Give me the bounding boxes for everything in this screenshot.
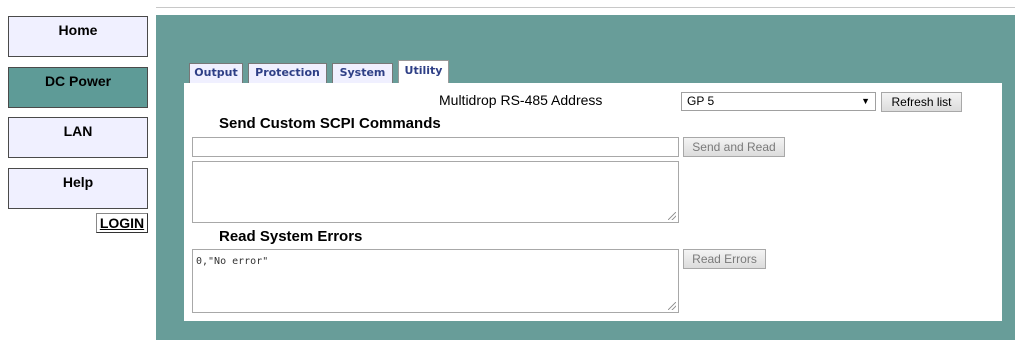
scpi-response-text <box>193 160 196 177</box>
login-button[interactable]: LOGIN <box>96 213 148 233</box>
refresh-list-button[interactable]: Refresh list <box>881 92 962 112</box>
tab-utility[interactable]: Utility <box>398 60 449 84</box>
nav-dc-power-button[interactable]: DC Power <box>8 67 148 108</box>
scpi-response-textarea[interactable] <box>192 161 679 223</box>
nav-lan-button[interactable]: LAN <box>8 117 148 158</box>
send-and-read-button[interactable]: Send and Read <box>683 137 785 157</box>
top-divider <box>156 7 1015 8</box>
resize-grip-icon[interactable] <box>668 302 676 310</box>
errors-section-title: Read System Errors <box>219 228 363 245</box>
tab-protection[interactable]: Protection <box>248 63 327 83</box>
tab-system[interactable]: System <box>332 63 393 83</box>
resize-grip-icon[interactable] <box>668 212 676 220</box>
system-errors-text: 0,"No error" <box>196 256 269 267</box>
dropdown-arrow-icon: ▼ <box>861 96 870 106</box>
scpi-section-title: Send Custom SCPI Commands <box>219 115 441 132</box>
system-errors-textarea[interactable]: 0,"No error" <box>192 249 679 313</box>
multidrop-address-select[interactable]: GP 5 ▼ <box>681 92 876 111</box>
multidrop-label: Multidrop RS-485 Address <box>439 92 603 108</box>
read-errors-button[interactable]: Read Errors <box>683 249 766 269</box>
tab-output[interactable]: Output <box>189 63 243 83</box>
nav-help-button[interactable]: Help <box>8 168 148 209</box>
nav-home-button[interactable]: Home <box>8 16 148 57</box>
multidrop-selected-value: GP 5 <box>687 94 715 108</box>
scpi-command-input[interactable] <box>192 137 679 157</box>
